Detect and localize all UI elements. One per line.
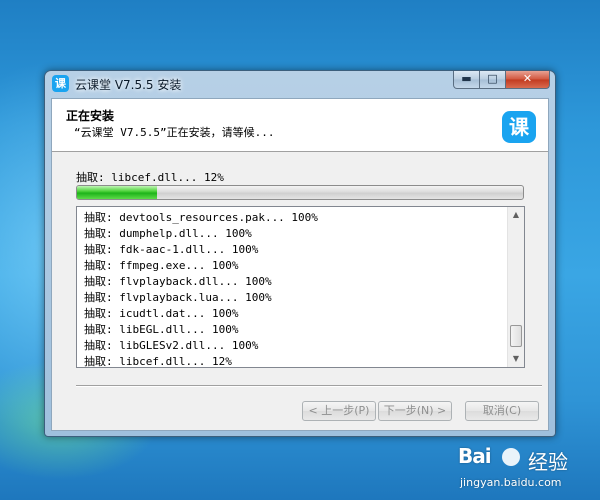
log-item: 抽取: icudtl.dat... 100%: [84, 307, 239, 320]
baidu-watermark: Bai 经验 jingyan.baidu.com: [458, 444, 596, 496]
window-controls: ▬ □ ✕: [453, 71, 550, 89]
footer-divider: [76, 385, 542, 387]
log-item: 抽取: dumphelp.dll... 100%: [84, 227, 252, 240]
log-item: 抽取: ffmpeg.exe... 100%: [84, 259, 239, 272]
paw-icon: [502, 448, 520, 466]
maximize-button[interactable]: □: [480, 71, 506, 89]
progress-fill: [77, 186, 158, 199]
app-logo-icon: 课: [502, 111, 536, 143]
next-button[interactable]: 下一步(N) >: [378, 401, 452, 421]
installer-client: 正在安装 “云课堂 V7.5.5”正在安装，请等候... 课 抽取: libce…: [51, 98, 549, 431]
scroll-down-icon[interactable]: ▼: [508, 351, 524, 367]
minimize-button[interactable]: ▬: [453, 71, 480, 89]
watermark-name: 经验: [528, 450, 568, 474]
log-item: 抽取: libGLESv2.dll... 100%: [84, 339, 259, 352]
log-item: 抽取: flvplayback.dll... 100%: [84, 275, 272, 288]
log-list: 抽取: devtools_resources.pak... 100% 抽取: du…: [84, 210, 504, 370]
header-panel: 正在安装 “云课堂 V7.5.5”正在安装，请等候... 课: [52, 99, 548, 152]
status-text: 抽取: libcef.dll... 12%: [76, 171, 224, 184]
scroll-thumb[interactable]: [510, 325, 522, 347]
log-item: 抽取: libEGL.dll... 100%: [84, 323, 239, 336]
window-title: 云课堂 V7.5.5 安装: [75, 78, 182, 92]
back-button[interactable]: < 上一步(P): [302, 401, 376, 421]
progress-bar: [76, 185, 524, 200]
close-icon: ✕: [522, 72, 533, 85]
page-title: 正在安装: [66, 109, 115, 123]
watermark-logo: Bai: [458, 444, 492, 468]
install-log[interactable]: 抽取: devtools_resources.pak... 100% 抽取: du…: [76, 206, 525, 368]
page-subtitle: “云课堂 V7.5.5”正在安装，请等候...: [74, 126, 275, 139]
title-bar[interactable]: 课 云课堂 V7.5.5 安装 ▬ □ ✕: [45, 71, 555, 97]
watermark-url: jingyan.baidu.com: [460, 476, 562, 489]
minimize-icon: ▬: [461, 72, 472, 85]
installer-window: 课 云课堂 V7.5.5 安装 ▬ □ ✕ 正在安装 “云课堂 V7.5.5”正…: [44, 70, 556, 437]
app-icon: 课: [52, 75, 69, 92]
log-item: 抽取: flvplayback.lua... 100%: [84, 291, 272, 304]
log-item: 抽取: devtools_resources.pak... 100%: [84, 211, 318, 224]
cancel-button[interactable]: 取消(C): [465, 401, 539, 421]
log-item: 抽取: fdk-aac-1.dll... 100%: [84, 243, 259, 256]
log-scrollbar[interactable]: ▲ ▼: [507, 207, 524, 367]
maximize-icon: □: [487, 72, 498, 85]
close-button[interactable]: ✕: [506, 71, 550, 89]
log-item: 抽取: libcef.dll... 12%: [84, 355, 232, 368]
scroll-up-icon[interactable]: ▲: [508, 207, 524, 223]
